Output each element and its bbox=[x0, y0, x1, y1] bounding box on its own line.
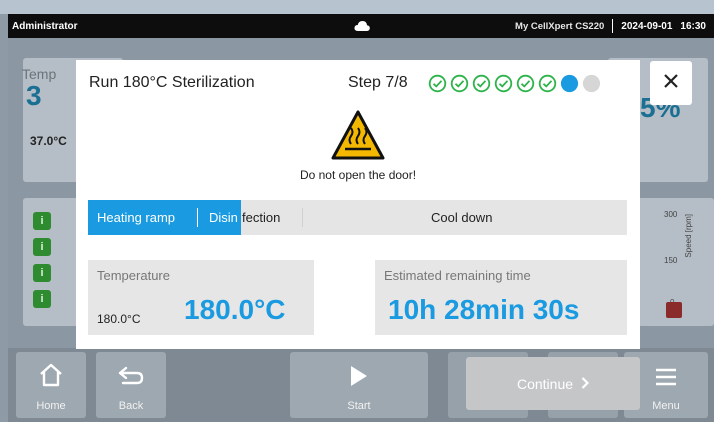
step-done-icon bbox=[450, 74, 469, 93]
info-icon: i bbox=[33, 264, 51, 282]
cloud-icon bbox=[354, 20, 370, 32]
phase-divider bbox=[302, 208, 303, 227]
step-done-icon bbox=[494, 74, 513, 93]
step-pending-icon bbox=[582, 74, 601, 93]
hot-surface-warning-icon bbox=[330, 108, 386, 169]
top-band bbox=[0, 0, 714, 14]
status-bar: Administrator My CellXpert CS220 2024-09… bbox=[8, 14, 714, 38]
phase-disinfection-a: Disin bbox=[209, 210, 238, 225]
back-label: Back bbox=[118, 400, 144, 412]
remaining-time-panel: Estimated remaining time 10h 28min 30s bbox=[375, 260, 627, 335]
info-icon: i bbox=[33, 212, 51, 230]
info-icon: i bbox=[33, 238, 51, 256]
speed-tick: 300 bbox=[664, 210, 678, 219]
continue-label: Continue bbox=[516, 375, 574, 392]
hamburger-icon bbox=[654, 367, 678, 390]
back-icon bbox=[117, 365, 145, 390]
play-icon bbox=[349, 365, 369, 390]
warning-text: Do not open the door! bbox=[299, 168, 417, 182]
device-name: My CellXpert CS220 bbox=[515, 20, 605, 32]
phase-disinfection-b: fection bbox=[242, 210, 281, 225]
remaining-time-label: Estimated remaining time bbox=[384, 268, 531, 283]
back-button[interactable]: Back bbox=[96, 352, 166, 418]
temperature-setpoint: 180.0°C bbox=[97, 312, 141, 326]
start-button[interactable]: Start bbox=[290, 352, 428, 418]
temperature-value: 180.0°C bbox=[184, 294, 286, 325]
status-right: My CellXpert CS220 2024-09-01 16:30 bbox=[515, 19, 706, 33]
step-done-icon bbox=[538, 74, 557, 93]
continue-button[interactable]: Continue bbox=[466, 357, 640, 410]
bg-temp-value: 3 bbox=[26, 80, 42, 111]
menu-label: Menu bbox=[652, 400, 680, 412]
step-progress bbox=[428, 74, 601, 93]
reset-icon bbox=[666, 302, 682, 318]
step-done-icon bbox=[516, 74, 535, 93]
step-done-icon bbox=[472, 74, 491, 93]
status-date: 2024-09-01 bbox=[621, 20, 673, 32]
start-label: Start bbox=[347, 400, 371, 412]
temperature-label: Temperature bbox=[97, 268, 170, 283]
close-button[interactable] bbox=[650, 61, 692, 105]
step-current-icon bbox=[560, 74, 579, 93]
status-divider bbox=[612, 19, 614, 33]
user-label: Administrator bbox=[12, 20, 78, 32]
chevron-right-icon bbox=[581, 376, 590, 392]
sterilization-dialog: Run 180°C Sterilization Step 7/8 Do not … bbox=[76, 60, 640, 349]
info-icon: i bbox=[33, 290, 51, 308]
remaining-time-value: 10h 28min 30s bbox=[388, 294, 580, 325]
step-counter: Step 7/8 bbox=[348, 74, 408, 91]
home-label: Home bbox=[36, 400, 66, 412]
status-time: 16:30 bbox=[680, 20, 706, 32]
phase-divider bbox=[197, 208, 198, 227]
temperature-panel: Temperature 180.0°C 180.0°C bbox=[88, 260, 314, 335]
phase-heating-ramp: Heating ramp bbox=[97, 210, 176, 225]
dialog-title: Run 180°C Sterilization bbox=[89, 74, 255, 91]
home-icon bbox=[38, 363, 64, 390]
speed-tick: 150 bbox=[664, 256, 678, 265]
phase-progress-bar: Heating ramp Disin fection Cool down bbox=[88, 200, 627, 235]
phase-cool-down: Cool down bbox=[431, 210, 493, 225]
bg-temp-setpoint: 37.0°C bbox=[30, 134, 67, 148]
step-done-icon bbox=[428, 74, 447, 93]
speed-axis-label: Speed [rpm] bbox=[684, 214, 693, 258]
close-icon bbox=[663, 73, 679, 94]
home-button[interactable]: Home bbox=[16, 352, 86, 418]
